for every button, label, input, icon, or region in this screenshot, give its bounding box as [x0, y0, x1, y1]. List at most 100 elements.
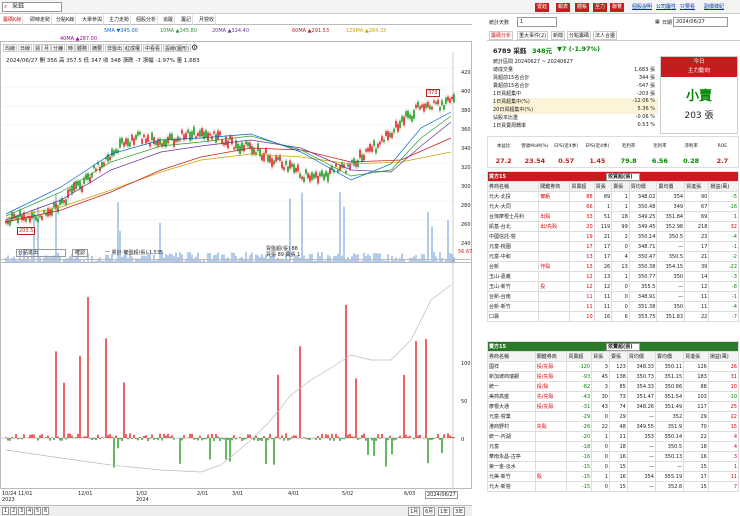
candle	[169, 133, 171, 140]
broker-chart[interactable]: 100 50 0	[0, 259, 472, 489]
menu-analysis[interactable]: 個股分析	[135, 15, 159, 25]
menu-revenue[interactable]: 月營收	[198, 15, 217, 25]
page-1[interactable]: 1	[2, 507, 10, 515]
tab-institution[interactable]: 法人合擾	[593, 31, 618, 40]
tab-news[interactable]: 新聞	[551, 31, 566, 40]
menu-realtime[interactable]: 即時走勢	[29, 15, 53, 25]
page-6[interactable]: 6	[42, 507, 50, 515]
stat-period: 統計區間 20240627 ~ 20240627	[493, 59, 573, 65]
period-3y[interactable]: 3年	[453, 507, 466, 516]
broker-bar	[225, 438, 227, 460]
broker-bar	[337, 436, 339, 438]
column-header[interactable]: 賣均價	[654, 351, 685, 362]
column-header[interactable]: 買均價	[626, 351, 656, 362]
column-header[interactable]: 損益(萬)	[708, 181, 739, 192]
table-row[interactable]: 元富 -18 0 18—350.5 18 4	[487, 441, 740, 452]
tab-broker[interactable]: 分點籌碼	[567, 31, 592, 40]
date-input[interactable]: 2024/06/27	[673, 17, 728, 27]
page-3[interactable]: 3	[18, 507, 26, 515]
nav-button-5[interactable]: 聯覽	[610, 3, 625, 12]
column-header[interactable]: 買張	[593, 181, 613, 192]
nav-button-1[interactable]: 暨鈺	[535, 3, 550, 12]
menu-broker-k[interactable]: 分點K線	[55, 15, 77, 25]
column-header[interactable]: 關鍵券商	[538, 181, 571, 192]
menu-kline[interactable]: 籌碼K線	[2, 15, 24, 25]
table-row[interactable]: 元美-新竹殼 -15 1 16 354 355.19 17 11	[487, 471, 740, 482]
indicator-confirm-button[interactable]: 確認	[72, 249, 89, 257]
table-row[interactable]: 美商高盛 先/先殼 -43 30 73 351.47 351.54 103 -10	[487, 391, 740, 402]
column-header[interactable]: 買均價	[628, 181, 658, 192]
menu-track[interactable]: 追蹤	[162, 15, 176, 25]
column-header[interactable]: 賣張	[608, 351, 628, 362]
sort-select[interactable]: 依賣超(張)	[606, 343, 640, 351]
kline-chart[interactable]: 均線 日線 週 月 分鐘 時 體務 摘要 非盤出 紅成權 中看看 設線(圖形) …	[0, 41, 472, 263]
column-header[interactable]: 損益(萬)	[707, 351, 740, 362]
column-header[interactable]: 賣均價	[656, 181, 686, 192]
fund-value: 6.56	[651, 157, 668, 165]
nav-button-2[interactable]: 報表	[556, 3, 571, 12]
menu-notes[interactable]: 籌記	[180, 15, 194, 25]
table-row[interactable]: 元富-桃園 17 17 0 348.71—17 -1	[486, 241, 739, 252]
table-row[interactable]: 華南永昌-古亭 -16 0 16—350.13 16 3	[487, 451, 740, 462]
link-2[interactable]: 公司屬性	[656, 3, 676, 12]
column-header[interactable]: 賣張	[611, 181, 630, 192]
table-row[interactable]: 元富-營業 -29 0 29—352 29 22	[487, 411, 740, 422]
column-header[interactable]: 買進張	[683, 351, 709, 362]
table-row[interactable]: 港商野村 先殼 -26 22 48 349.55 351.9 70 15	[487, 421, 740, 432]
table-row[interactable]: 第一金-淡水 -15 0 15— —15 1	[487, 461, 740, 472]
column-header[interactable]: 關鍵券商	[534, 351, 568, 362]
table-cell: -4	[708, 301, 739, 312]
table-row[interactable]: 凱基-台北 出/先殼 20 119 99 349.45 352.98 218 32	[486, 221, 739, 232]
days-select[interactable]: 1	[517, 17, 557, 27]
tab-chips[interactable]: 籌碼分析	[489, 31, 514, 40]
broker-bar	[377, 434, 379, 438]
table-row[interactable]: 中國信託-營 19 21 2 350.14 350.5 23 -4	[486, 231, 739, 242]
table-row[interactable]: 口袋 10 16 6 353.75 351.83 22 -7	[486, 311, 739, 322]
table-row[interactable]: 元富-中和 13 17 4 350.47 350.5 21 -2	[486, 251, 739, 262]
indicator-select[interactable]: 分點進出	[16, 249, 66, 257]
stock-search-input[interactable]: ⌕ 采鈺	[2, 2, 62, 12]
period-6m[interactable]: 6月	[423, 507, 436, 516]
broker-bar	[157, 438, 159, 441]
table-row[interactable]: 玉山-新竹投 12 12 0 355.5—12 -8	[486, 281, 739, 292]
menu-bigorder[interactable]: 大單參與	[81, 15, 105, 25]
page-4[interactable]: 4	[26, 507, 34, 515]
page-2[interactable]: 2	[10, 507, 18, 515]
nav-button-3[interactable]: 體帳	[575, 3, 590, 12]
column-header[interactable]: 買進張	[684, 181, 710, 192]
table-row[interactable]: 國祥 投/先殼 -120 3 123 348.33 350.11 126 26	[487, 361, 740, 372]
column-header[interactable]: 買張	[591, 351, 610, 362]
table-row[interactable]: 新加坡商瑞銀 投/先殼 -93 45 138 350.73 351.15 183 31	[487, 371, 740, 382]
column-header[interactable]: 買賣超	[569, 181, 595, 192]
table-row[interactable]: 統一-內湖 -20 1 21 353 350.14 22 4	[487, 431, 740, 442]
column-header[interactable]: 買賣超	[566, 351, 593, 362]
table-row[interactable]: 台新-新竹 11 11 0 351.38 350 11 -4	[486, 301, 739, 312]
table-cell: 350	[656, 301, 686, 312]
broker-bar	[221, 438, 223, 440]
broker-bar	[261, 438, 263, 442]
tab-events[interactable]: 重大事件(2)	[517, 31, 549, 40]
table-row[interactable]: 玉山-嘉義 12 13 1 350.77 350 14 -3	[486, 271, 739, 282]
column-header[interactable]: 券商名稱	[486, 181, 540, 192]
candle	[303, 176, 305, 182]
link-1[interactable]: 個股說明	[632, 3, 652, 12]
menu-mainforce[interactable]: 主力走勢	[108, 15, 132, 25]
page-5[interactable]: 5	[34, 507, 42, 515]
table-row[interactable]: 台新 作殼 13 26 13 350.38 354.15 39 -22	[486, 261, 739, 272]
table-row[interactable]: 元大-新營 -15 0 15—352.8 15 7	[487, 481, 740, 492]
table-row[interactable]: 元大-北投 實虧 88 89 1 348.02 354 90 -5	[486, 191, 739, 202]
period-1y[interactable]: 1年	[438, 507, 451, 516]
table-row[interactable]: 元大-大同 66 1 1 350.48 349 67 -16	[486, 201, 739, 212]
table-row[interactable]: 台新-台南 11 11 0 348.91—11 -1	[486, 291, 739, 302]
table-row[interactable]: 摩根大通 投/先殼 -31 43 74 348.26 351.49 117 25	[487, 401, 740, 412]
calendar-icon[interactable]: ▦	[655, 19, 660, 25]
period-1m[interactable]: 1月	[408, 507, 421, 516]
link-3[interactable]: 只要看	[680, 3, 695, 12]
link-4[interactable]: 副價樣紀	[704, 3, 724, 12]
table-cell: 73	[608, 391, 628, 402]
table-row[interactable]: 台灣摩根士丹利 出殼 33 51 18 349.25 351.84 69 1	[486, 211, 739, 222]
column-header[interactable]: 券商名稱	[487, 351, 536, 362]
table-row[interactable]: 統一 投/殼 -82 3 85 354.33 350.86 88 10	[487, 381, 740, 392]
sort-select[interactable]: 依買超(張)	[606, 173, 640, 181]
nav-button-4[interactable]: 至力	[593, 3, 608, 12]
